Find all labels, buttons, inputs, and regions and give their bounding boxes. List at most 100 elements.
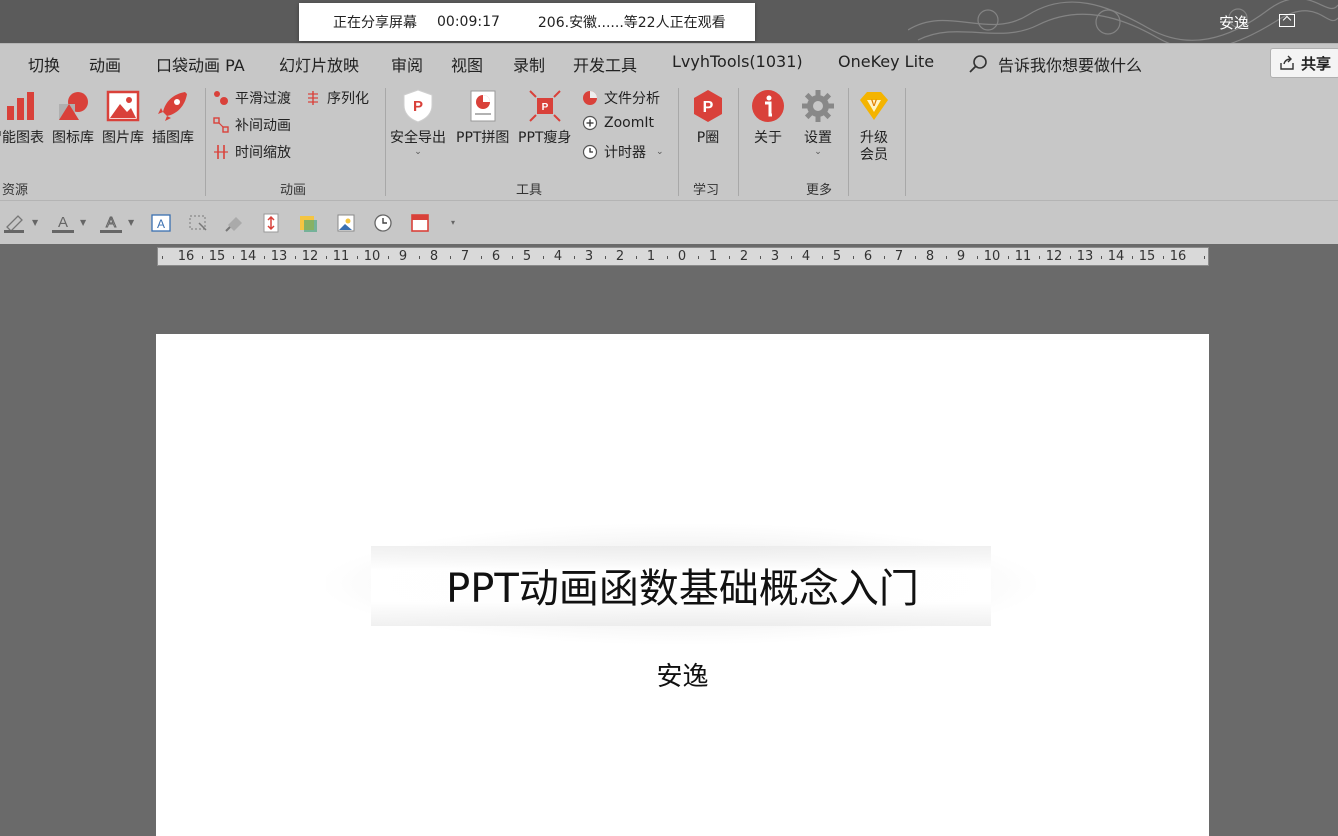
- ruler-tick-label: 9: [398, 249, 408, 264]
- clock-icon[interactable]: [372, 213, 394, 233]
- picture-library-label: 图片库: [102, 130, 144, 146]
- tab-review[interactable]: 审阅: [391, 52, 423, 76]
- group-label-learn: 学习: [693, 183, 720, 198]
- icon-library-button[interactable]: 图标库: [52, 88, 94, 147]
- compress-icon: P: [529, 90, 561, 122]
- ruler-tick-label: 12: [1045, 249, 1063, 264]
- upgrade-member-button[interactable]: V 升级 会员: [856, 88, 892, 164]
- ruler-tick-label: 13: [1076, 249, 1094, 264]
- tab-lvyhtools[interactable]: LvyhTools(1031): [672, 52, 803, 71]
- tab-slideshow[interactable]: 幻灯片放映: [279, 52, 359, 76]
- ruler-tick-label: 2: [739, 249, 749, 264]
- ribbon-display-options-icon[interactable]: [1279, 14, 1295, 27]
- bar-chart-icon: [7, 92, 34, 120]
- ruler-minor-tick: [883, 256, 885, 259]
- serialize-label: 序列化: [327, 91, 369, 107]
- tab-transitions[interactable]: 切换: [28, 52, 60, 76]
- pie-icon: [583, 91, 597, 105]
- customize-toolbar-icon[interactable]: ▾: [451, 218, 455, 227]
- p-circle-button[interactable]: P P圈: [690, 88, 726, 147]
- tab-record[interactable]: 录制: [513, 52, 545, 76]
- ppt-collage-button[interactable]: PPT拼图: [456, 88, 509, 147]
- share-label: 共享: [1300, 54, 1331, 73]
- about-button[interactable]: 关于: [750, 88, 786, 147]
- ruler-tick-label: 0: [677, 249, 687, 264]
- tab-view[interactable]: 视图: [451, 52, 483, 76]
- font-color-icon[interactable]: A: [52, 213, 74, 233]
- chevron-down-icon[interactable]: ▼: [80, 218, 86, 227]
- align-vertical-icon[interactable]: [260, 213, 282, 233]
- quick-access-toolbar: ▼ A ▼ A ▼ A ▾: [0, 200, 1338, 244]
- shape-fill-icon[interactable]: [297, 213, 319, 233]
- ruler-minor-tick: [162, 256, 163, 259]
- text-highlight-icon[interactable]: A: [100, 213, 122, 233]
- tab-animations[interactable]: 动画: [89, 52, 121, 76]
- settings-button[interactable]: 设置 ⌄: [800, 88, 836, 157]
- tell-me-label: 告诉我你想要做什么: [998, 56, 1143, 75]
- ruler-minor-tick: [635, 256, 637, 259]
- chevron-down-icon[interactable]: ▼: [32, 218, 38, 227]
- format-painter-icon[interactable]: [224, 213, 246, 233]
- slide-title[interactable]: PPT动画函数基础概念入门: [156, 556, 1209, 614]
- ruler-tick-label: 11: [1014, 249, 1032, 264]
- tab-onekey-lite[interactable]: OneKey Lite: [838, 52, 934, 71]
- ruler-minor-tick: [1204, 256, 1205, 259]
- svg-text:P: P: [413, 98, 423, 115]
- ruler-minor-tick: [759, 256, 761, 259]
- smooth-transition-button[interactable]: 平滑过渡: [213, 88, 291, 108]
- ruler-tick-label: 6: [863, 249, 873, 264]
- ruler-tick-label: 5: [832, 249, 842, 264]
- slide-canvas[interactable]: PPT动画函数基础概念入门 安逸: [156, 334, 1209, 836]
- ruler-tick-label: 6: [491, 249, 501, 264]
- picture-library-button[interactable]: 图片库: [102, 88, 144, 147]
- ruler-minor-tick: [449, 256, 451, 259]
- slide-subtitle[interactable]: 安逸: [156, 656, 1209, 693]
- ruler-tick-label: 1: [708, 249, 718, 264]
- serialize-button[interactable]: 序列化: [305, 88, 369, 108]
- p-hexagon-icon: P: [694, 90, 722, 122]
- tell-me-search[interactable]: 告诉我你想要做什么: [968, 52, 1142, 76]
- vip-diamond-icon: V: [860, 92, 888, 120]
- ruler-tick-label: 4: [553, 249, 563, 264]
- serialize-icon: [308, 91, 318, 105]
- svg-text:A: A: [58, 214, 68, 231]
- ppt-slim-button[interactable]: P PPT瘦身: [518, 88, 571, 147]
- account-name[interactable]: 安逸: [1219, 12, 1249, 33]
- horizontal-ruler[interactable]: 16 15 14 13 12 11 10 9 8 7 6 5 4 3 2 1 0 1 2 3 4 5 6 7 8 9 10 11 12 1…: [157, 247, 1209, 266]
- tab-pocket-animation[interactable]: 口袋动画 PA: [156, 52, 245, 76]
- shape-outline-icon[interactable]: [4, 213, 26, 233]
- select-shape-icon[interactable]: [187, 213, 209, 233]
- time-scale-button[interactable]: 时间缩放: [213, 142, 291, 162]
- ppt-slim-label: PPT瘦身: [518, 130, 572, 146]
- ruler-minor-tick: [325, 256, 327, 259]
- ruler-tick-label: 1: [646, 249, 656, 264]
- smooth-transition-icon: [214, 91, 228, 105]
- ruler-tick-label: 2: [615, 249, 625, 264]
- safe-export-button[interactable]: P 安全导出 ⌄: [390, 88, 446, 157]
- tab-developer[interactable]: 开发工具: [573, 52, 637, 76]
- insert-picture-icon[interactable]: [335, 213, 357, 233]
- share-button[interactable]: 共享: [1270, 48, 1338, 78]
- text-box-icon[interactable]: A: [150, 213, 172, 233]
- smart-chart-button[interactable]: 智能图表: [0, 88, 48, 147]
- chevron-down-icon: ⌄: [656, 147, 664, 157]
- settings-label: 设置: [804, 130, 832, 146]
- window-icon[interactable]: [409, 213, 431, 233]
- file-analysis-button[interactable]: 文件分析: [582, 88, 660, 108]
- timer-button[interactable]: 计时器 ⌄: [582, 142, 664, 162]
- tween-animation-button[interactable]: 补间动画: [213, 115, 291, 135]
- illustration-library-button[interactable]: 插图库: [152, 88, 194, 147]
- ruler-tick-label: 14: [239, 249, 257, 264]
- ruler-minor-tick: [418, 256, 420, 259]
- chevron-down-icon[interactable]: ▼: [128, 218, 134, 227]
- zoomit-button[interactable]: ZoomIt: [582, 115, 654, 131]
- ruler-tick-label: 4: [801, 249, 811, 264]
- group-label-resources: 资源: [2, 183, 29, 198]
- svg-text:A: A: [106, 214, 116, 231]
- group-separator: [385, 88, 386, 196]
- group-label-animation: 动画: [280, 183, 307, 198]
- time-scale-icon: [214, 145, 228, 159]
- smart-chart-label: 智能图表: [0, 130, 44, 146]
- ruler-minor-tick: [1007, 256, 1009, 259]
- share-timer: 00:09:17: [437, 14, 500, 30]
